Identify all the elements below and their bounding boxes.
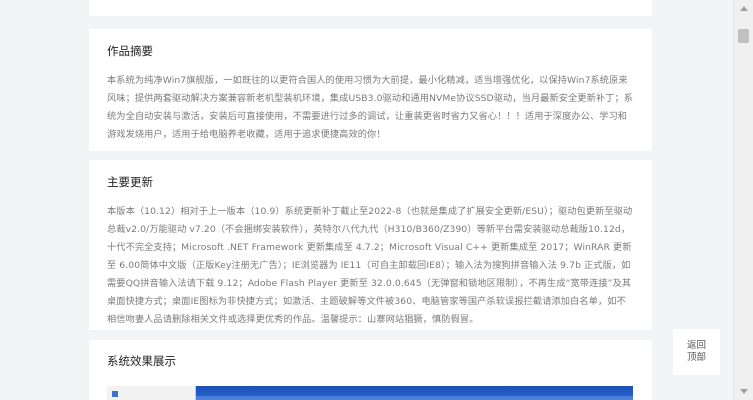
scroll-up-arrow-icon[interactable] <box>740 6 748 11</box>
back-to-top-button[interactable]: 返回 顶部 <box>673 329 720 375</box>
content-area: 作品摘要 本系统为纯净Win7旗舰版，一如既往的以更符合国人的使用习惯为大前提，… <box>0 0 733 400</box>
desktop-background <box>195 396 633 400</box>
summary-card: 作品摘要 本系统为纯净Win7旗舰版，一如既往的以更符合国人的使用习惯为大前提，… <box>89 29 652 151</box>
window-frame <box>107 386 196 400</box>
back-to-top-label-line2: 顶部 <box>686 352 706 363</box>
vertical-scrollbar[interactable] <box>733 0 753 400</box>
summary-text: 本系统为纯净Win7旗舰版，一如既往的以更符合国人的使用习惯为大前提，最小化精减… <box>107 75 634 140</box>
updates-title: 主要更新 <box>107 175 153 189</box>
updates-card: 主要更新 本版本（10.12）相对于上一版本（10.9）系统更新补丁截止至202… <box>89 160 652 330</box>
summary-title: 作品摘要 <box>107 44 153 58</box>
effects-card: 系统效果展示 <box>89 340 652 400</box>
back-to-top-label-line1: 返回 <box>686 340 706 351</box>
scroll-down-arrow-icon[interactable] <box>740 389 748 394</box>
scroll-thumb[interactable] <box>738 29 749 43</box>
updates-text: 本版本（10.12）相对于上一版本（10.9）系统更新补丁截止至2022-8（也… <box>107 206 633 325</box>
system-screenshot-image[interactable] <box>107 386 633 400</box>
effects-title: 系统效果展示 <box>107 354 176 368</box>
previous-card-bottom <box>89 0 652 16</box>
